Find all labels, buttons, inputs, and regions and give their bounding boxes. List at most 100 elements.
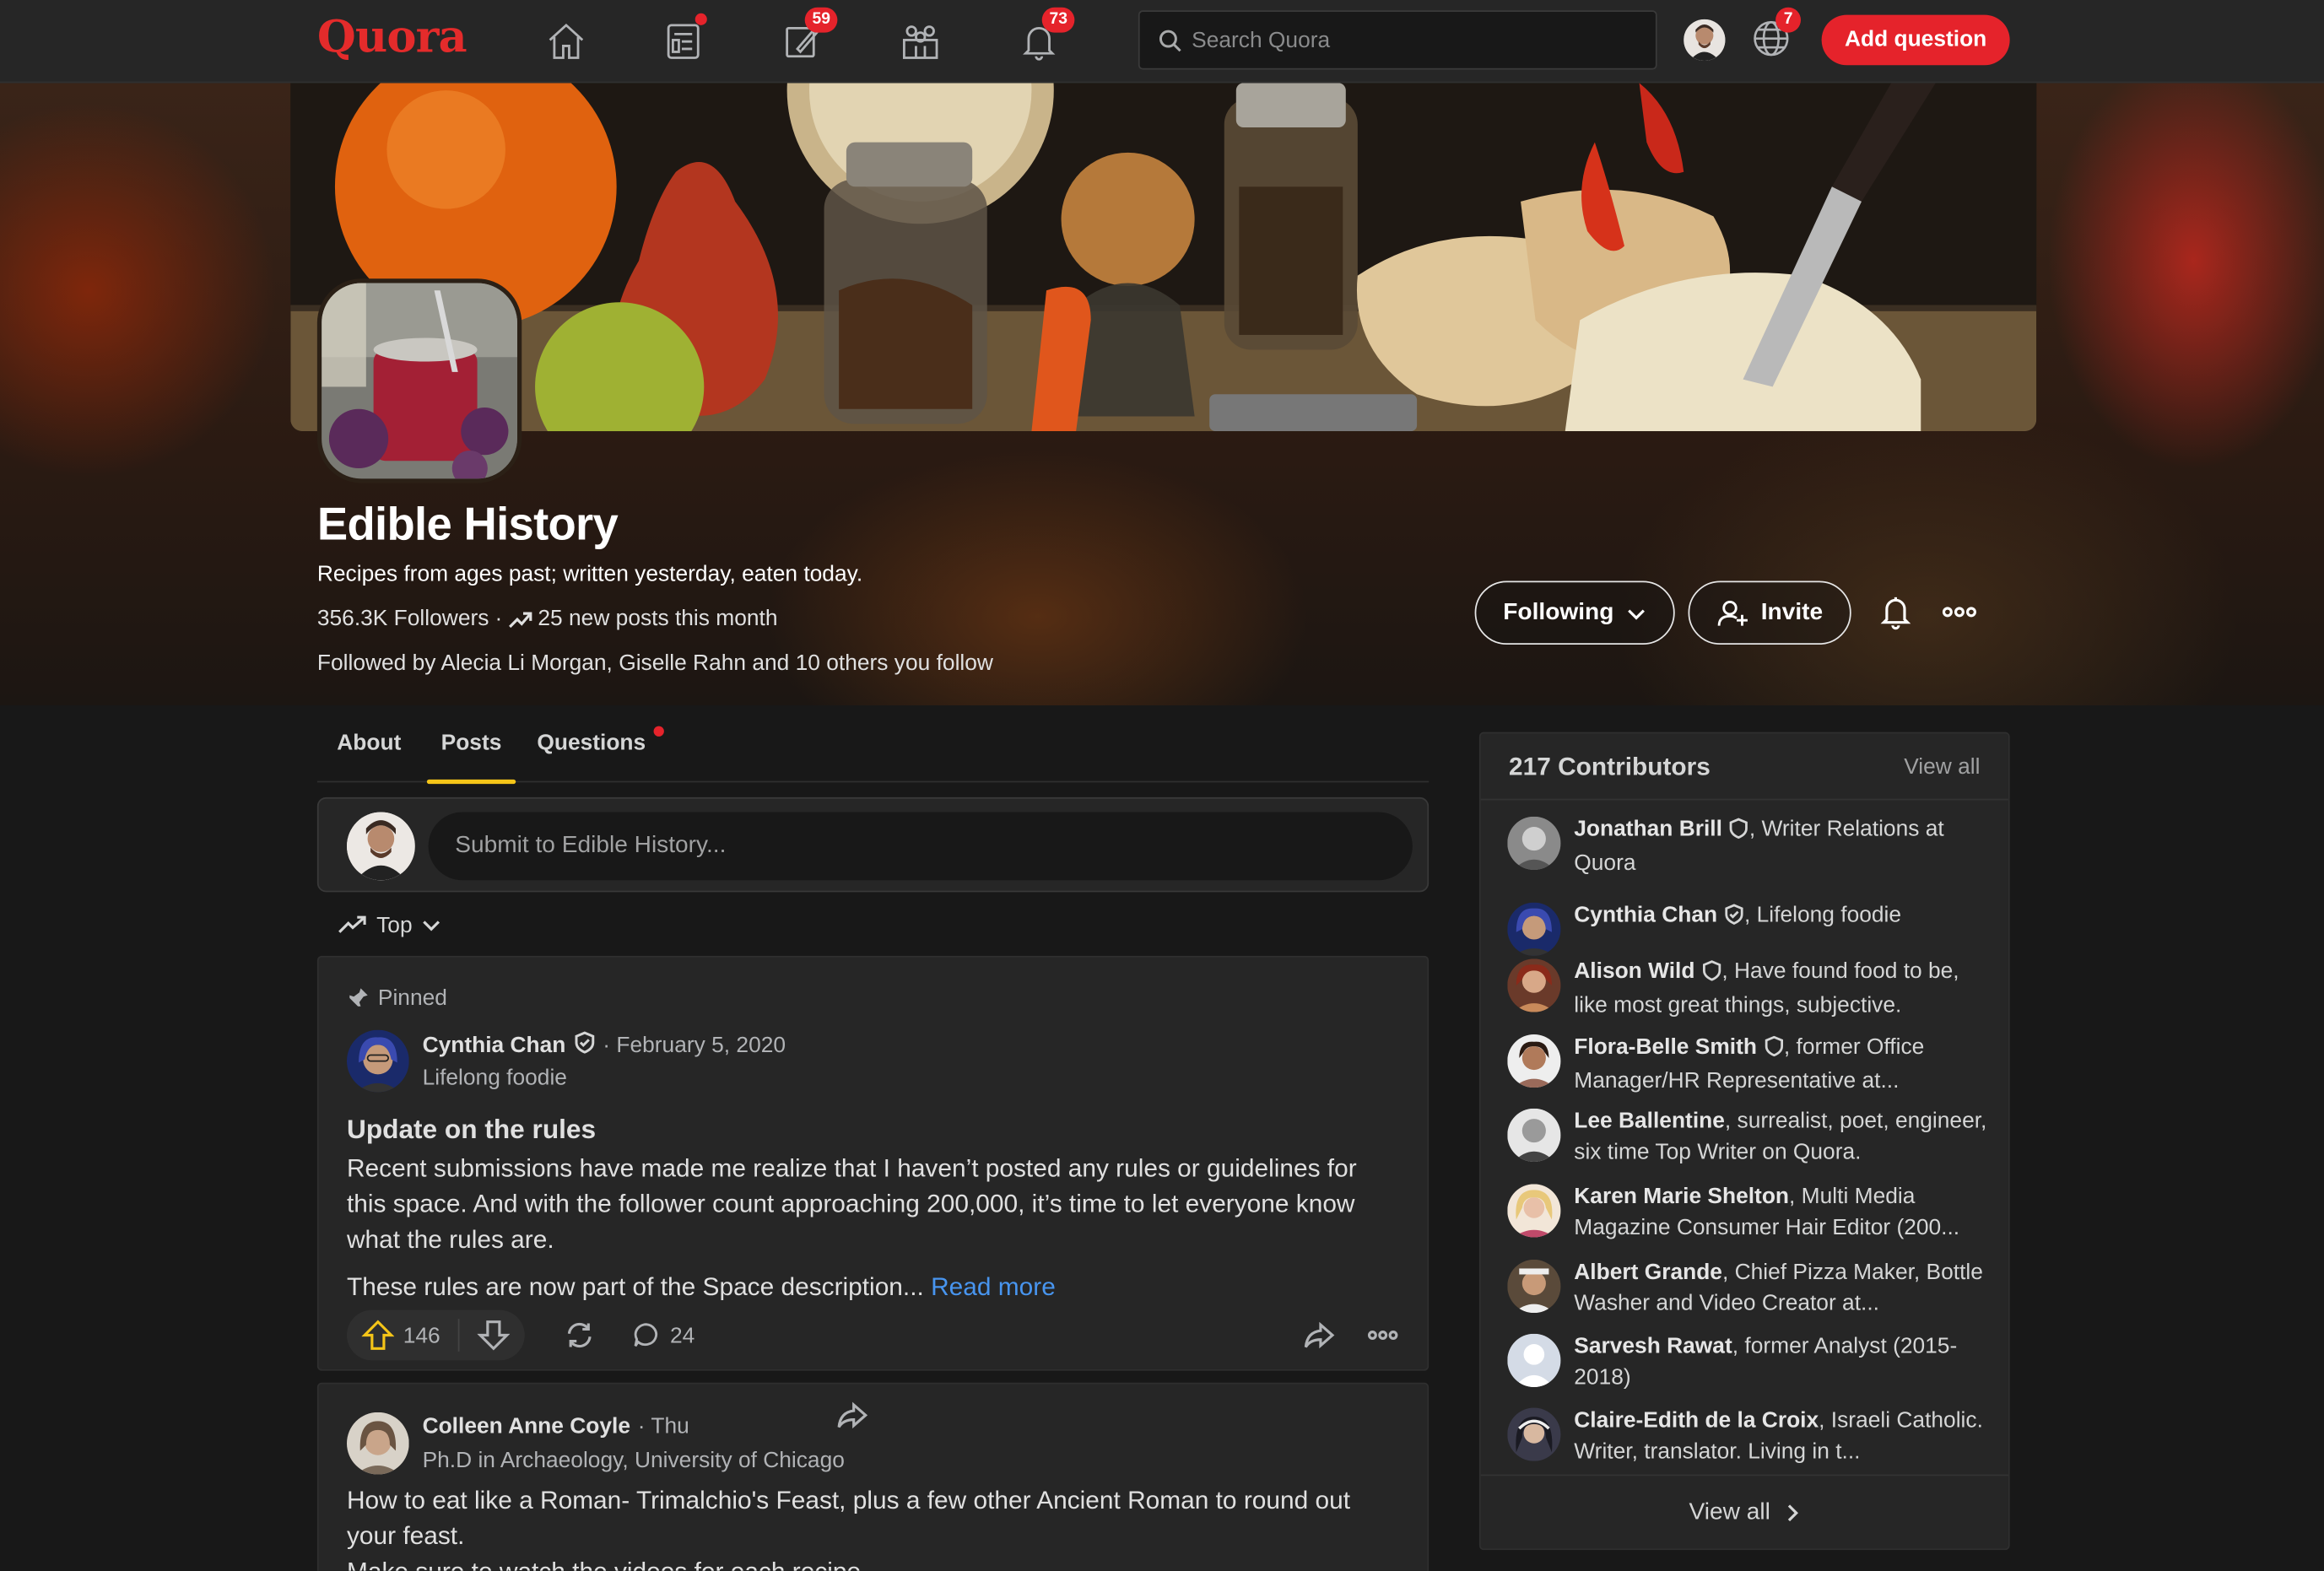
share-icon bbox=[1304, 1321, 1335, 1349]
post-body-continued: Make sure to watch the videos for each r… bbox=[347, 1554, 1403, 1571]
author-avatar[interactable] bbox=[346, 1029, 409, 1093]
author-line: Cynthia Chan · February 5, 2020 bbox=[423, 1031, 786, 1059]
trending-icon bbox=[508, 611, 532, 628]
tab-about[interactable]: About bbox=[317, 705, 421, 782]
downvote-icon[interactable] bbox=[477, 1319, 511, 1352]
contributors-title: 217 Contributors bbox=[1508, 753, 1711, 781]
author-name[interactable]: Colleen Anne Coyle bbox=[423, 1414, 630, 1439]
cover-image bbox=[290, 83, 2037, 432]
moderator-shield-icon bbox=[573, 1031, 595, 1059]
followed-names[interactable]: Alecia Li Morgan, Giselle Rahn bbox=[440, 651, 746, 676]
add-person-icon bbox=[1717, 600, 1748, 625]
invite-button[interactable]: Invite bbox=[1688, 580, 1851, 645]
author-avatar[interactable] bbox=[346, 1412, 409, 1475]
share-button[interactable] bbox=[1303, 1319, 1336, 1352]
add-question-button[interactable]: Add question bbox=[1821, 14, 2010, 66]
trending-icon bbox=[338, 915, 366, 933]
search-icon bbox=[1159, 29, 1181, 51]
home-icon[interactable] bbox=[539, 15, 592, 68]
upvote-count: 146 bbox=[403, 1322, 440, 1348]
post-body[interactable]: Recent submissions have made me realize … bbox=[347, 1152, 1403, 1258]
profile-avatar[interactable] bbox=[1684, 19, 1726, 62]
contributor-name[interactable]: Lee Ballentine bbox=[1574, 1109, 1725, 1134]
contributors-footer-view-all[interactable]: View all bbox=[1480, 1474, 2008, 1549]
space-description: Recipes from ages past; written yesterda… bbox=[316, 561, 863, 587]
post-more-button[interactable] bbox=[1365, 1319, 1401, 1352]
post-body-continued: These rules are now part of the Space de… bbox=[347, 1270, 1403, 1305]
search-box[interactable] bbox=[1138, 10, 1657, 70]
sort-label: Top bbox=[376, 912, 413, 937]
comment-button[interactable]: 24 bbox=[631, 1320, 694, 1350]
followed-prefix: Followed by bbox=[316, 651, 441, 676]
contributor-name[interactable]: Cynthia Chan bbox=[1574, 903, 1717, 928]
contributor-text: Claire-Edith de la Croix, Israeli Cathol… bbox=[1574, 1405, 1989, 1467]
contributor-name[interactable]: Alison Wild bbox=[1574, 958, 1694, 984]
more-options-icon[interactable] bbox=[1938, 591, 1980, 633]
submit-input[interactable] bbox=[428, 812, 1413, 881]
contributor-text: Lee Ballentine, surrealist, poet, engine… bbox=[1574, 1105, 1989, 1168]
submit-box bbox=[316, 796, 1430, 893]
contributor-name[interactable]: Karen Marie Shelton bbox=[1574, 1184, 1789, 1209]
repost-icon bbox=[567, 1322, 592, 1348]
contributor-name[interactable]: Sarvesh Rawat bbox=[1574, 1334, 1732, 1359]
tab-posts[interactable]: Posts bbox=[426, 705, 516, 785]
post-date[interactable]: · Thu bbox=[638, 1414, 689, 1439]
contributor-text: Cynthia Chan , Lifelong foodie bbox=[1574, 899, 1989, 933]
contributor-name[interactable]: Albert Grande bbox=[1574, 1260, 1722, 1285]
spaces-icon[interactable] bbox=[894, 15, 947, 68]
post-card: Pinned Cynthia Chan · February 5, 2020 L… bbox=[316, 955, 1430, 1371]
share-button[interactable] bbox=[836, 1399, 869, 1432]
pin-icon bbox=[348, 988, 368, 1008]
answer-icon[interactable]: 59 bbox=[776, 7, 838, 68]
contributor-avatar bbox=[1507, 1184, 1561, 1238]
upvote-icon[interactable] bbox=[361, 1319, 395, 1352]
contributor-desc: , Lifelong foodie bbox=[1744, 902, 1902, 928]
author-credential: Ph.D in Archaeology, University of Chica… bbox=[422, 1447, 845, 1473]
contributor-name[interactable]: Jonathan Brill bbox=[1574, 817, 1722, 842]
contributor-name[interactable]: Claire-Edith de la Croix bbox=[1574, 1408, 1819, 1433]
contributors-panel: 217 Contributors View all Jonathan Brill… bbox=[1478, 732, 2010, 1551]
followed-suffix[interactable]: and 10 others you follow bbox=[746, 651, 993, 676]
contributors-header: 217 Contributors View all bbox=[1480, 733, 2008, 801]
contributor-name[interactable]: Flora-Belle Smith bbox=[1574, 1034, 1757, 1060]
sort-dropdown[interactable]: Top bbox=[338, 907, 441, 942]
space-tabs: About Posts Questions bbox=[316, 705, 1430, 785]
post-card: Colleen Anne Coyle · Thu Ph.D in Archaeo… bbox=[316, 1382, 1430, 1571]
stats-separator: · bbox=[495, 606, 503, 632]
quora-logo[interactable]: Quora bbox=[317, 12, 468, 63]
author-line: Colleen Anne Coyle · Thu bbox=[423, 1414, 689, 1439]
post-actions: 146 24 bbox=[346, 1309, 694, 1361]
moderator-shield-icon bbox=[1723, 903, 1744, 934]
post-date[interactable]: · February 5, 2020 bbox=[603, 1033, 786, 1058]
read-more-link[interactable]: Read more bbox=[931, 1273, 1056, 1301]
pinned-label: Pinned bbox=[347, 985, 447, 1011]
tab-questions-label: Questions bbox=[537, 730, 646, 756]
followed-by: Followed by Alecia Li Morgan, Giselle Ra… bbox=[317, 651, 993, 676]
post-body[interactable]: How to eat like a Roman- Trimalchio's Fe… bbox=[347, 1483, 1403, 1554]
moderator-shield-icon bbox=[1763, 1034, 1784, 1066]
contributor-avatar bbox=[1507, 1108, 1561, 1163]
following-label: Following bbox=[1503, 599, 1614, 625]
author-name[interactable]: Cynthia Chan bbox=[423, 1033, 566, 1058]
top-navbar: Quora 59 73 7 Add questio bbox=[0, 0, 2324, 84]
notifications-icon[interactable]: 73 bbox=[1013, 7, 1075, 68]
share-repost-button[interactable] bbox=[563, 1319, 596, 1352]
user-avatar bbox=[346, 812, 415, 881]
contributor-avatar bbox=[1507, 1034, 1561, 1088]
contributor-text: Albert Grande, Chief Pizza Maker, Bottle… bbox=[1574, 1256, 1989, 1319]
invite-label: Invite bbox=[1760, 599, 1824, 625]
following-feed-dot bbox=[694, 13, 707, 25]
language-icon[interactable]: 7 bbox=[1749, 7, 1802, 67]
tab-questions[interactable]: Questions bbox=[533, 705, 664, 782]
notify-bell-icon[interactable] bbox=[1875, 591, 1916, 633]
contributors-view-all-link[interactable]: View all bbox=[1904, 754, 1980, 780]
followers-count[interactable]: 356.3K Followers bbox=[317, 606, 489, 631]
search-input[interactable] bbox=[1192, 27, 1637, 53]
contributor-text: Alison Wild , Have found food to be, lik… bbox=[1574, 956, 1989, 1021]
notifications-badge: 73 bbox=[1041, 7, 1075, 33]
post-title[interactable]: Update on the rules bbox=[347, 1115, 596, 1146]
following-feed-icon[interactable] bbox=[657, 13, 710, 68]
moderator-shield-icon bbox=[1728, 817, 1749, 848]
comment-count: 24 bbox=[669, 1322, 695, 1348]
following-button[interactable]: Following bbox=[1474, 580, 1675, 645]
